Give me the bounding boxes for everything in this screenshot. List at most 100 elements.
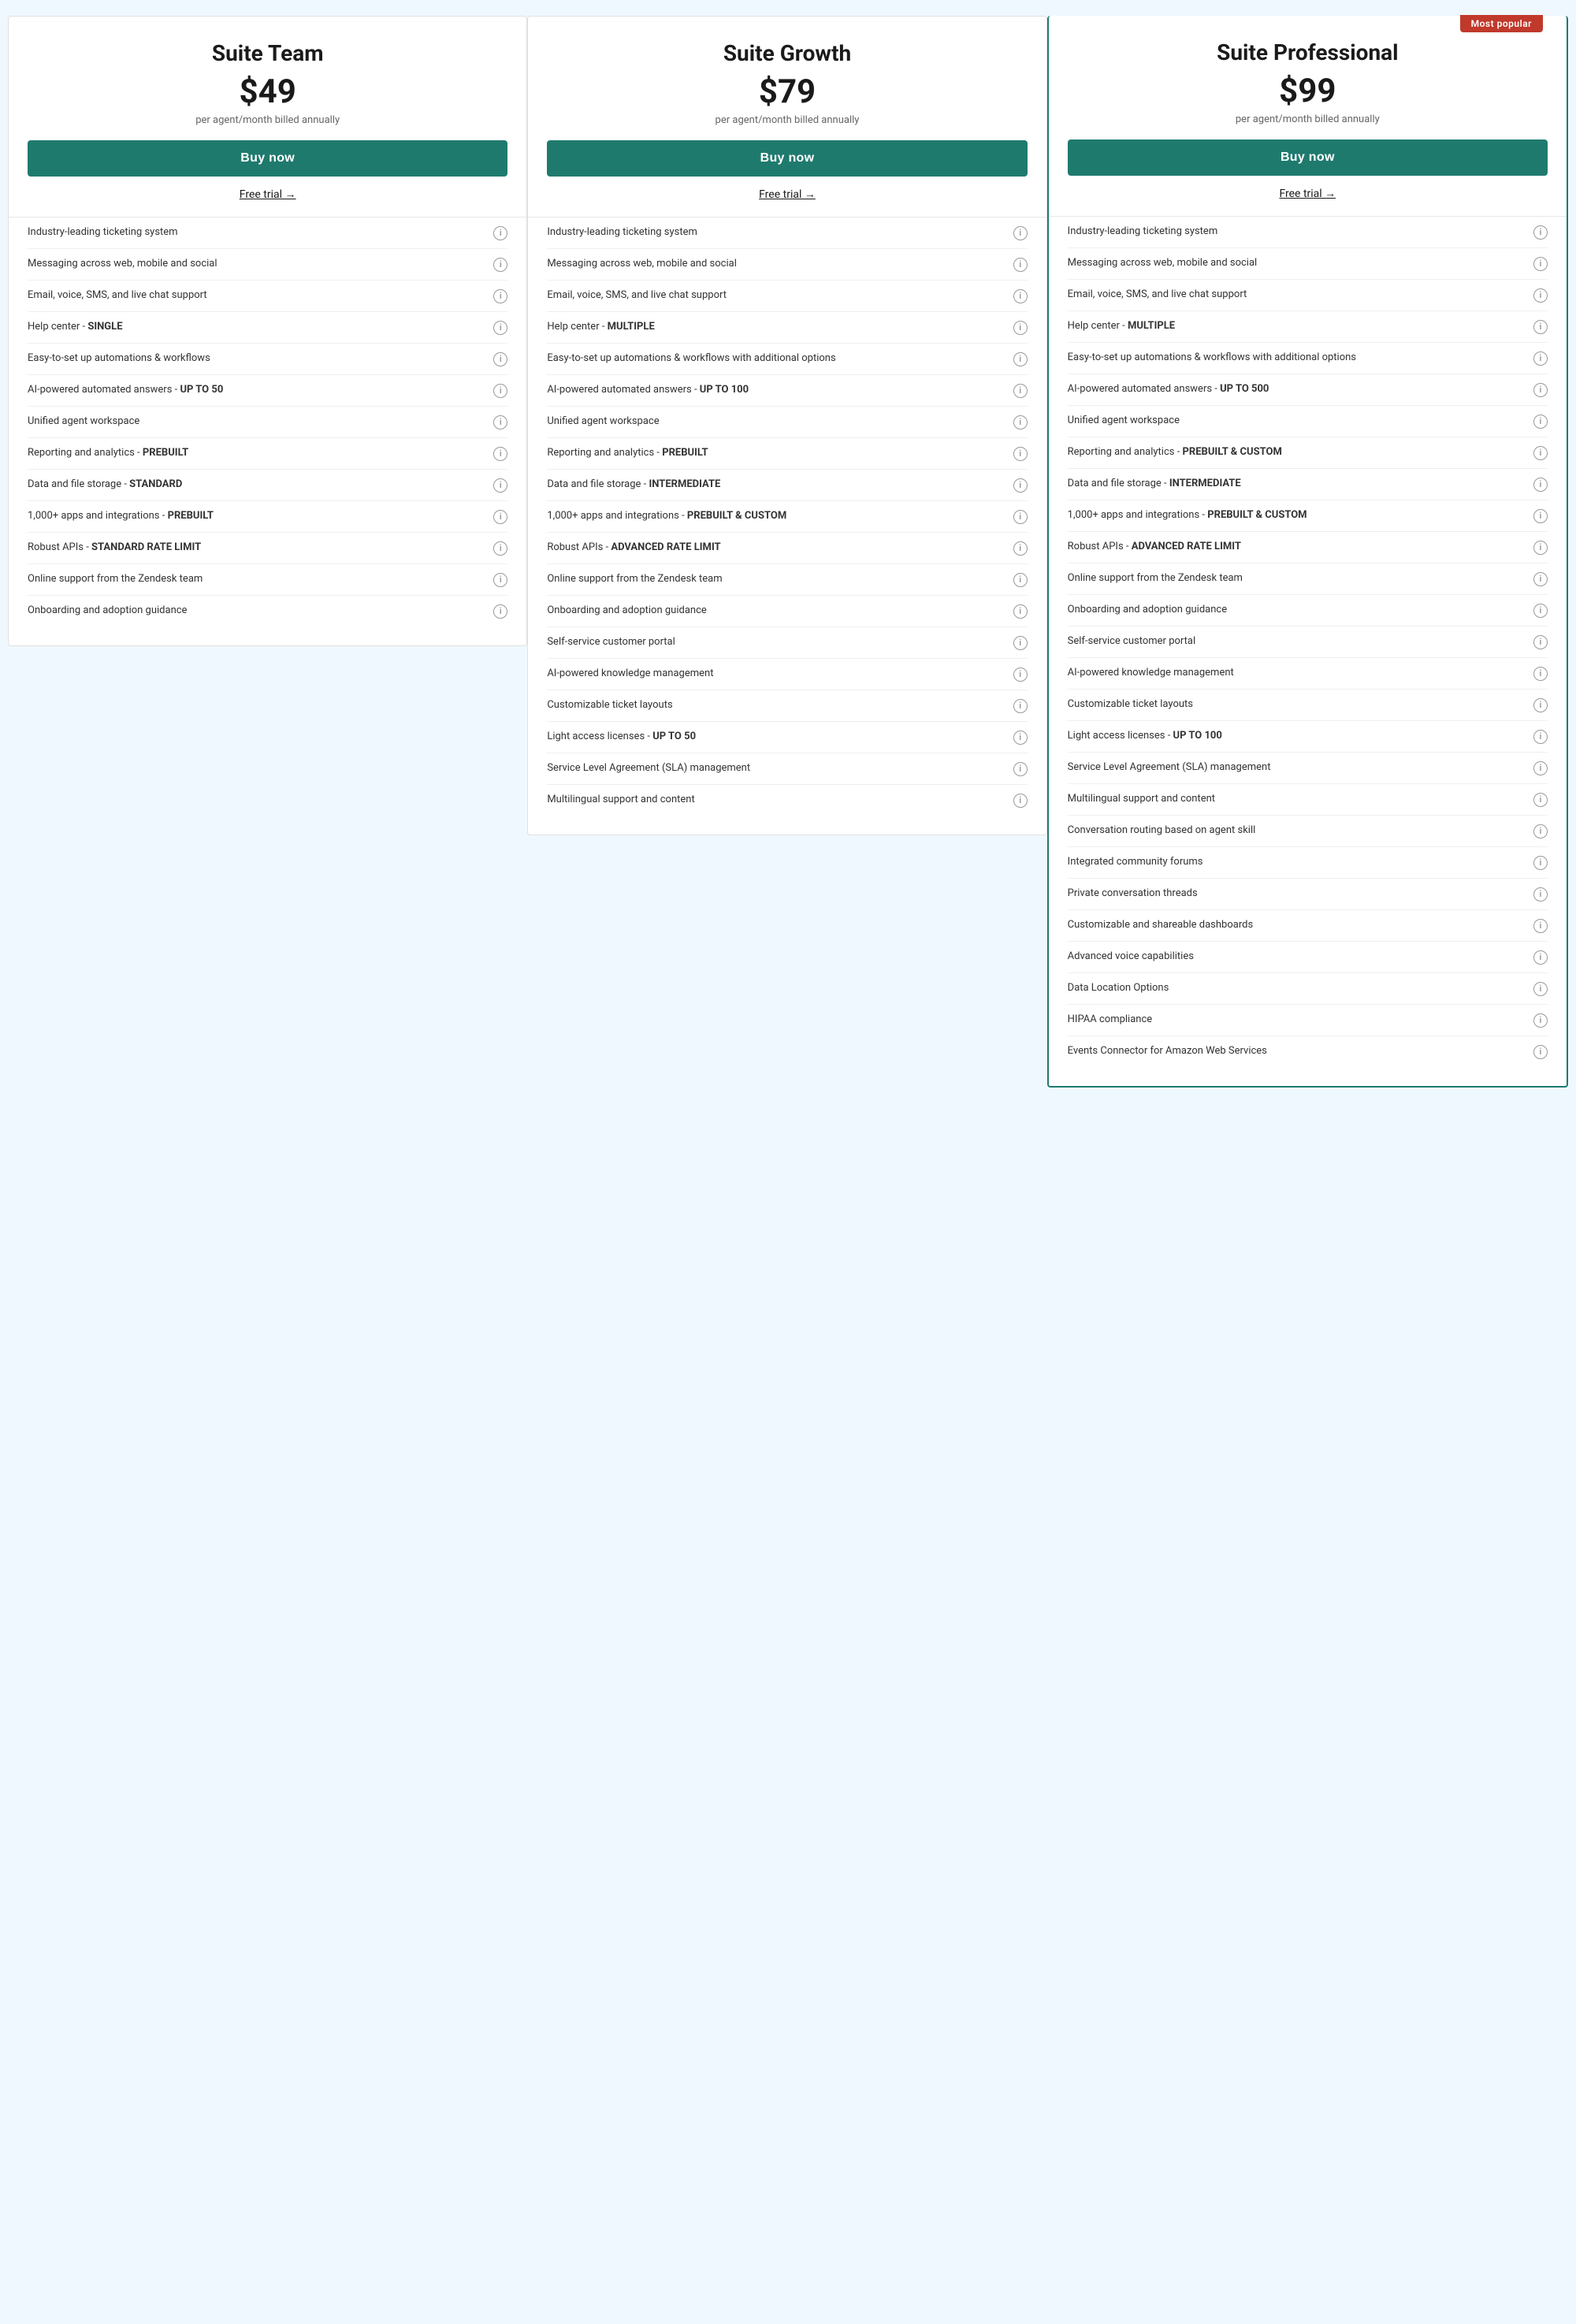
info-icon[interactable]: i — [1533, 415, 1548, 429]
feature-item: Easy-to-set up automations & workflows w… — [1068, 343, 1548, 374]
feature-text: Advanced voice capabilities — [1068, 950, 1533, 964]
info-icon[interactable]: i — [1533, 604, 1548, 618]
buy-button-suite-professional[interactable]: Buy now — [1068, 139, 1548, 176]
info-icon[interactable]: i — [493, 321, 507, 335]
feature-text: Messaging across web, mobile and social — [28, 257, 493, 271]
info-icon[interactable]: i — [493, 415, 507, 429]
info-icon[interactable]: i — [1533, 667, 1548, 681]
plan-price-suite-team: $49 — [28, 73, 507, 111]
info-icon[interactable]: i — [1533, 635, 1548, 649]
free-trial-link-suite-growth[interactable]: Free trial → — [547, 188, 1027, 201]
plan-card-suite-professional: Most popular Suite Professional $99 per … — [1047, 16, 1568, 1088]
info-icon[interactable]: i — [1533, 919, 1548, 933]
info-icon[interactable]: i — [493, 226, 507, 240]
info-icon[interactable]: i — [1013, 226, 1028, 240]
info-icon[interactable]: i — [493, 510, 507, 524]
feature-text: Unified agent workspace — [547, 415, 1013, 429]
info-icon[interactable]: i — [1013, 699, 1028, 713]
feature-text: Help center - MULTIPLE — [1068, 319, 1533, 333]
feature-item: Industry-leading ticketing system i — [1068, 217, 1548, 248]
info-icon[interactable]: i — [1533, 1013, 1548, 1028]
info-icon[interactable]: i — [1533, 541, 1548, 555]
info-icon[interactable]: i — [493, 289, 507, 303]
info-icon[interactable]: i — [1533, 257, 1548, 271]
info-icon[interactable]: i — [1013, 415, 1028, 429]
info-icon[interactable]: i — [1533, 320, 1548, 334]
info-icon[interactable]: i — [493, 573, 507, 587]
info-icon[interactable]: i — [1533, 730, 1548, 744]
feature-item: Advanced voice capabilities i — [1068, 942, 1548, 973]
buy-button-suite-team[interactable]: Buy now — [28, 140, 507, 177]
info-icon[interactable]: i — [1013, 384, 1028, 398]
feature-text: Customizable ticket layouts — [547, 698, 1013, 712]
info-icon[interactable]: i — [1533, 572, 1548, 586]
info-icon[interactable]: i — [1533, 351, 1548, 366]
info-icon[interactable]: i — [1013, 352, 1028, 366]
info-icon[interactable]: i — [493, 604, 507, 619]
info-icon[interactable]: i — [1013, 447, 1028, 461]
info-icon[interactable]: i — [1013, 636, 1028, 650]
info-icon[interactable]: i — [1533, 478, 1548, 492]
feature-text: Robust APIs - STANDARD RATE LIMIT — [28, 541, 493, 555]
info-icon[interactable]: i — [1013, 794, 1028, 808]
info-icon[interactable]: i — [1013, 604, 1028, 619]
info-icon[interactable]: i — [1013, 731, 1028, 745]
free-trial-link-suite-professional[interactable]: Free trial → — [1068, 187, 1548, 200]
free-trial-link-suite-team[interactable]: Free trial → — [28, 188, 507, 201]
buy-button-suite-growth[interactable]: Buy now — [547, 140, 1027, 177]
info-icon[interactable]: i — [493, 541, 507, 556]
info-icon[interactable]: i — [1533, 950, 1548, 965]
info-icon[interactable]: i — [1533, 887, 1548, 902]
feature-item: Industry-leading ticketing system i — [28, 218, 507, 249]
feature-text: Easy-to-set up automations & workflows w… — [547, 351, 1013, 366]
feature-item: Email, voice, SMS, and live chat support… — [547, 281, 1027, 312]
plan-card-suite-growth: Suite Growth $79 per agent/month billed … — [527, 16, 1046, 835]
info-icon[interactable]: i — [1013, 258, 1028, 272]
info-icon[interactable]: i — [1533, 383, 1548, 397]
plan-billing-suite-professional: per agent/month billed annually — [1068, 113, 1548, 125]
info-icon[interactable]: i — [493, 447, 507, 461]
feature-item: Service Level Agreement (SLA) management… — [1068, 753, 1548, 784]
feature-item: Help center - MULTIPLE i — [1068, 311, 1548, 343]
feature-text: AI-powered automated answers - UP TO 50 — [28, 383, 493, 397]
info-icon[interactable]: i — [1533, 856, 1548, 870]
info-icon[interactable]: i — [493, 478, 507, 493]
info-icon[interactable]: i — [1533, 446, 1548, 460]
info-icon[interactable]: i — [1013, 667, 1028, 682]
feature-text: Light access licenses - UP TO 100 — [1068, 729, 1533, 743]
feature-text: Online support from the Zendesk team — [1068, 571, 1533, 586]
info-icon[interactable]: i — [1533, 698, 1548, 712]
info-icon[interactable]: i — [493, 258, 507, 272]
info-icon[interactable]: i — [1013, 541, 1028, 556]
info-icon[interactable]: i — [1533, 793, 1548, 807]
info-icon[interactable]: i — [1533, 824, 1548, 838]
info-icon[interactable]: i — [1013, 573, 1028, 587]
plan-price-suite-professional: $99 — [1068, 72, 1548, 110]
feature-text: Self-service customer portal — [1068, 634, 1533, 649]
feature-item: Customizable and shareable dashboards i — [1068, 910, 1548, 942]
plan-name-suite-growth: Suite Growth — [547, 40, 1027, 66]
feature-text: Reporting and analytics - PREBUILT — [28, 446, 493, 460]
info-icon[interactable]: i — [1533, 225, 1548, 240]
feature-text: Reporting and analytics - PREBUILT — [547, 446, 1013, 460]
feature-list-suite-team: Industry-leading ticketing system i Mess… — [28, 218, 507, 627]
feature-text: AI-powered knowledge management — [547, 667, 1013, 681]
info-icon[interactable]: i — [1533, 761, 1548, 775]
feature-text: Industry-leading ticketing system — [547, 225, 1013, 240]
info-icon[interactable]: i — [1533, 982, 1548, 996]
info-icon[interactable]: i — [1013, 289, 1028, 303]
feature-item: Help center - MULTIPLE i — [547, 312, 1027, 344]
info-icon[interactable]: i — [1533, 288, 1548, 303]
info-icon[interactable]: i — [493, 352, 507, 366]
feature-text: Integrated community forums — [1068, 855, 1533, 869]
info-icon[interactable]: i — [1013, 510, 1028, 524]
info-icon[interactable]: i — [1013, 762, 1028, 776]
info-icon[interactable]: i — [1013, 321, 1028, 335]
info-icon[interactable]: i — [493, 384, 507, 398]
info-icon[interactable]: i — [1533, 509, 1548, 523]
feature-item: Industry-leading ticketing system i — [547, 218, 1027, 249]
info-icon[interactable]: i — [1013, 478, 1028, 493]
info-icon[interactable]: i — [1533, 1045, 1548, 1059]
feature-text: Multilingual support and content — [1068, 792, 1533, 806]
feature-item: HIPAA compliance i — [1068, 1005, 1548, 1036]
